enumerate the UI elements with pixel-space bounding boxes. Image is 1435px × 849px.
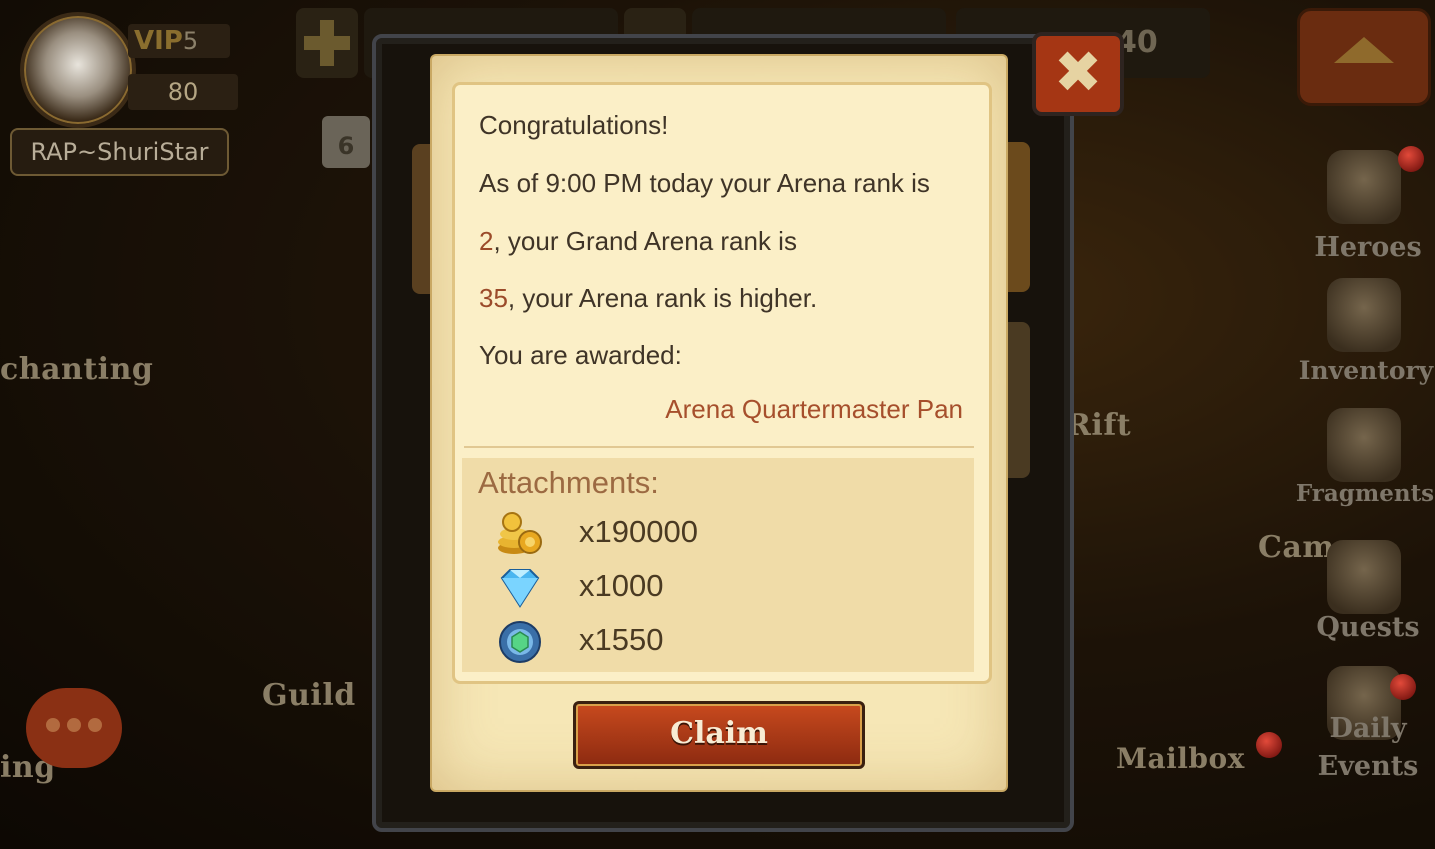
mail-line-2: 2, your Grand Arena rank is	[479, 226, 797, 257]
chat-button[interactable]	[26, 688, 122, 768]
attachment-token-amount: x1550	[579, 622, 664, 657]
diamond-icon	[500, 569, 540, 608]
plus-icon	[304, 20, 350, 66]
arena-token-icon	[499, 621, 541, 663]
player-level: 80	[128, 74, 238, 110]
attachment-diamond-amount: x1000	[579, 568, 664, 603]
grand-arena-rank-value: 35	[479, 283, 508, 313]
side-menu-daily-events[interactable]: Daily Events	[1309, 710, 1427, 786]
helmet-icon[interactable]	[1327, 150, 1401, 224]
mailbox-notification-badge	[1256, 732, 1282, 758]
enchanting-building-label[interactable]: chanting	[0, 352, 153, 387]
player-avatar[interactable]	[20, 12, 136, 128]
calendar-icon[interactable]: 6	[322, 116, 370, 168]
side-menu-fragments[interactable]: Fragments	[1295, 480, 1435, 507]
attachment-gold-amount: x190000	[579, 514, 698, 549]
mail-line-4: You are awarded:	[479, 340, 682, 370]
mail-line-2-text: , your Grand Arena rank is	[493, 226, 797, 256]
player-name[interactable]: RAP~ShuriStar	[10, 128, 229, 176]
mail-greeting: Congratulations!	[479, 110, 669, 140]
fragment-icon[interactable]	[1327, 408, 1401, 482]
mail-divider	[464, 446, 974, 448]
vip-level: 5	[182, 27, 199, 55]
side-menu-quests[interactable]: Quests	[1309, 612, 1427, 643]
collapse-menu-button[interactable]	[1297, 8, 1431, 106]
events-notification-badge	[1390, 674, 1416, 700]
vip-badge[interactable]: VIP5	[128, 24, 230, 58]
backpack-icon[interactable]	[1327, 278, 1401, 352]
camp-building-label[interactable]: Cam	[1258, 530, 1335, 565]
gold-coins-icon	[498, 512, 542, 554]
mail-sender: Arena Quartermaster Pan	[665, 394, 963, 424]
side-menu-heroes[interactable]: Heroes	[1309, 232, 1427, 263]
mail-line-3-text: , your Arena rank is higher.	[507, 283, 818, 313]
calendar-day: 6	[337, 132, 355, 160]
heroes-notification-badge	[1398, 146, 1424, 172]
close-icon: ✖	[1053, 38, 1103, 106]
side-menu-inventory[interactable]: Inventory	[1297, 356, 1435, 385]
scroll-icon[interactable]	[1327, 540, 1401, 614]
mail-line-1: As of 9:00 PM today your Arena rank is	[479, 168, 930, 198]
rift-building-label[interactable]: Rift	[1066, 408, 1131, 443]
mail-line-3: 35, your Arena rank is higher.	[479, 283, 817, 314]
close-button[interactable]: ✖	[1032, 32, 1124, 116]
vip-label: VIP	[134, 26, 183, 56]
attachments-title: Attachments:	[478, 465, 659, 500]
mailbox-label[interactable]: Mailbox	[1116, 742, 1245, 775]
arena-rank-value: 2	[479, 226, 494, 256]
guild-building-label[interactable]: Guild	[262, 678, 356, 713]
claim-button[interactable]: Claim	[573, 701, 865, 769]
add-gold-button[interactable]	[296, 8, 358, 78]
